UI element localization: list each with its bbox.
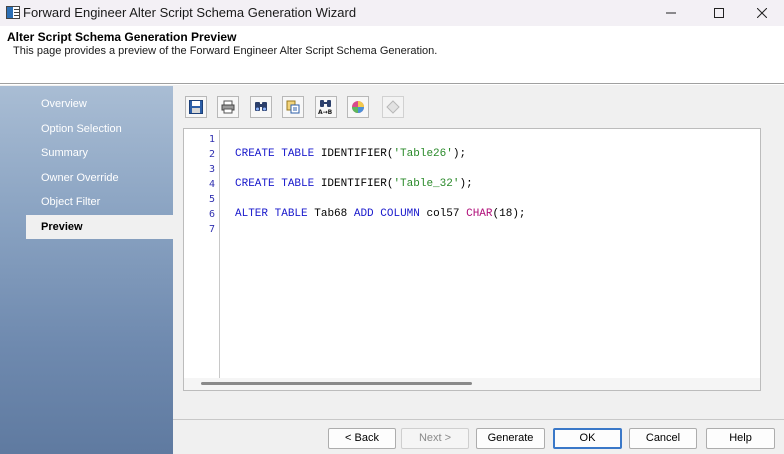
find-replace-button[interactable]: A→B xyxy=(315,96,337,118)
title-bar: Forward Engineer Alter Script Schema Gen… xyxy=(0,0,784,26)
save-icon xyxy=(189,100,203,114)
wizard-header: Alter Script Schema Generation Preview T… xyxy=(0,26,784,83)
code-line: ALTER TABLE Tab68 ADD COLUMN col57 CHAR(… xyxy=(235,207,526,222)
svg-text:A→B: A→B xyxy=(318,109,333,115)
nav-item-option-selection[interactable]: Option Selection xyxy=(26,117,173,141)
next-button[interactable]: Next > xyxy=(401,428,469,449)
color-palette-icon xyxy=(352,101,364,113)
copy-button[interactable] xyxy=(282,96,304,118)
code-token-kw: CREATE xyxy=(235,148,275,160)
code-line: CREATE TABLE IDENTIFIER('Table26'); xyxy=(235,147,466,162)
print-button[interactable] xyxy=(217,96,239,118)
code-token: (18); xyxy=(492,208,526,220)
line-number: 2 xyxy=(208,149,215,160)
minimize-icon xyxy=(666,12,676,14)
line-number: 3 xyxy=(208,164,215,175)
help-button[interactable]: Help xyxy=(706,428,775,449)
window-title: Forward Engineer Alter Script Schema Gen… xyxy=(23,5,357,20)
line-number: 7 xyxy=(208,224,215,235)
cancel-button[interactable]: Cancel xyxy=(629,428,697,449)
page-description: This page provides a preview of the Forw… xyxy=(13,45,438,57)
code-token-kw: ADD xyxy=(353,208,374,220)
line-number-gutter: 1 2 3 4 5 6 7 xyxy=(202,130,220,378)
nav-item-object-filter[interactable]: Object Filter xyxy=(26,190,173,214)
scrollbar-thumb[interactable] xyxy=(201,382,472,385)
clear-icon xyxy=(386,100,400,114)
code-token-kw: TABLE xyxy=(281,178,315,190)
code-token: IDENTIFIER( xyxy=(314,148,394,160)
nav-item-owner-override[interactable]: Owner Override xyxy=(26,166,173,190)
code-token-kw: TABLE xyxy=(281,148,315,160)
nav-item-preview[interactable]: Preview xyxy=(26,215,173,239)
code-token-kw: TABLE xyxy=(274,208,308,220)
wizard-steps-sidebar: Overview Option Selection Summary Owner … xyxy=(0,86,173,454)
code-token: IDENTIFIER( xyxy=(314,178,394,190)
line-number: 6 xyxy=(208,209,215,220)
close-button[interactable] xyxy=(739,0,784,26)
code-token-str: 'Table26' xyxy=(393,148,453,160)
page-title: Alter Script Schema Generation Preview xyxy=(7,30,237,44)
code-token: ); xyxy=(459,178,473,190)
clear-button[interactable] xyxy=(382,96,404,118)
code-token-str: 'Table_32' xyxy=(393,178,460,190)
print-icon xyxy=(221,100,235,114)
find-icon xyxy=(255,102,267,111)
horizontal-scrollbar[interactable] xyxy=(184,378,760,390)
find-button[interactable] xyxy=(250,96,272,118)
line-number: 4 xyxy=(208,179,215,190)
ok-button[interactable]: OK xyxy=(553,428,622,449)
code-token-kw: COLUMN xyxy=(380,208,420,220)
generate-button[interactable]: Generate xyxy=(476,428,545,449)
code-token: ); xyxy=(452,148,467,160)
copy-icon xyxy=(286,100,300,114)
save-button[interactable] xyxy=(185,96,207,118)
code-token-kw: CREATE xyxy=(235,178,275,190)
header-divider xyxy=(0,83,784,85)
code-token-typ: CHAR xyxy=(466,208,493,220)
line-number: 1 xyxy=(208,134,215,145)
code-token-kw: ALTER xyxy=(235,208,269,220)
minimize-button[interactable] xyxy=(648,0,694,26)
color-palette-button[interactable] xyxy=(347,96,369,118)
back-button[interactable]: < Back xyxy=(328,428,396,449)
nav-item-summary[interactable]: Summary xyxy=(26,141,173,165)
find-replace-icon: A→B xyxy=(318,100,333,115)
code-line: CREATE TABLE IDENTIFIER('Table_32'); xyxy=(235,177,473,192)
nav-item-overview[interactable]: Overview xyxy=(26,92,173,116)
code-token: col57 xyxy=(419,208,467,220)
close-icon xyxy=(757,8,767,18)
app-icon xyxy=(6,6,20,19)
maximize-icon xyxy=(714,8,724,18)
footer-divider xyxy=(173,419,784,420)
maximize-button[interactable] xyxy=(696,0,742,26)
line-number: 5 xyxy=(208,194,215,205)
sql-preview-editor[interactable]: 1 2 3 4 5 6 7 CREATE TABLE IDENTIFIER('T… xyxy=(183,128,761,391)
code-token: Tab68 xyxy=(307,208,354,220)
